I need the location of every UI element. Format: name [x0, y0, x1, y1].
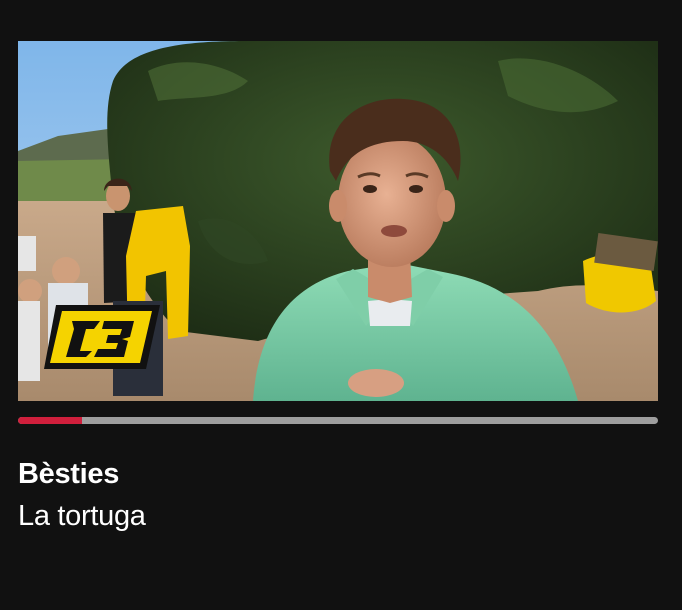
video-card[interactable]: Bèsties La tortuga: [0, 0, 682, 610]
episode-title[interactable]: La tortuga: [18, 500, 146, 533]
super3-logo-icon: [44, 305, 160, 369]
watch-progress-bar: [18, 417, 658, 424]
program-title[interactable]: Bèsties: [18, 458, 119, 491]
video-thumbnail[interactable]: [18, 41, 658, 401]
watch-progress-fill: [18, 417, 82, 424]
